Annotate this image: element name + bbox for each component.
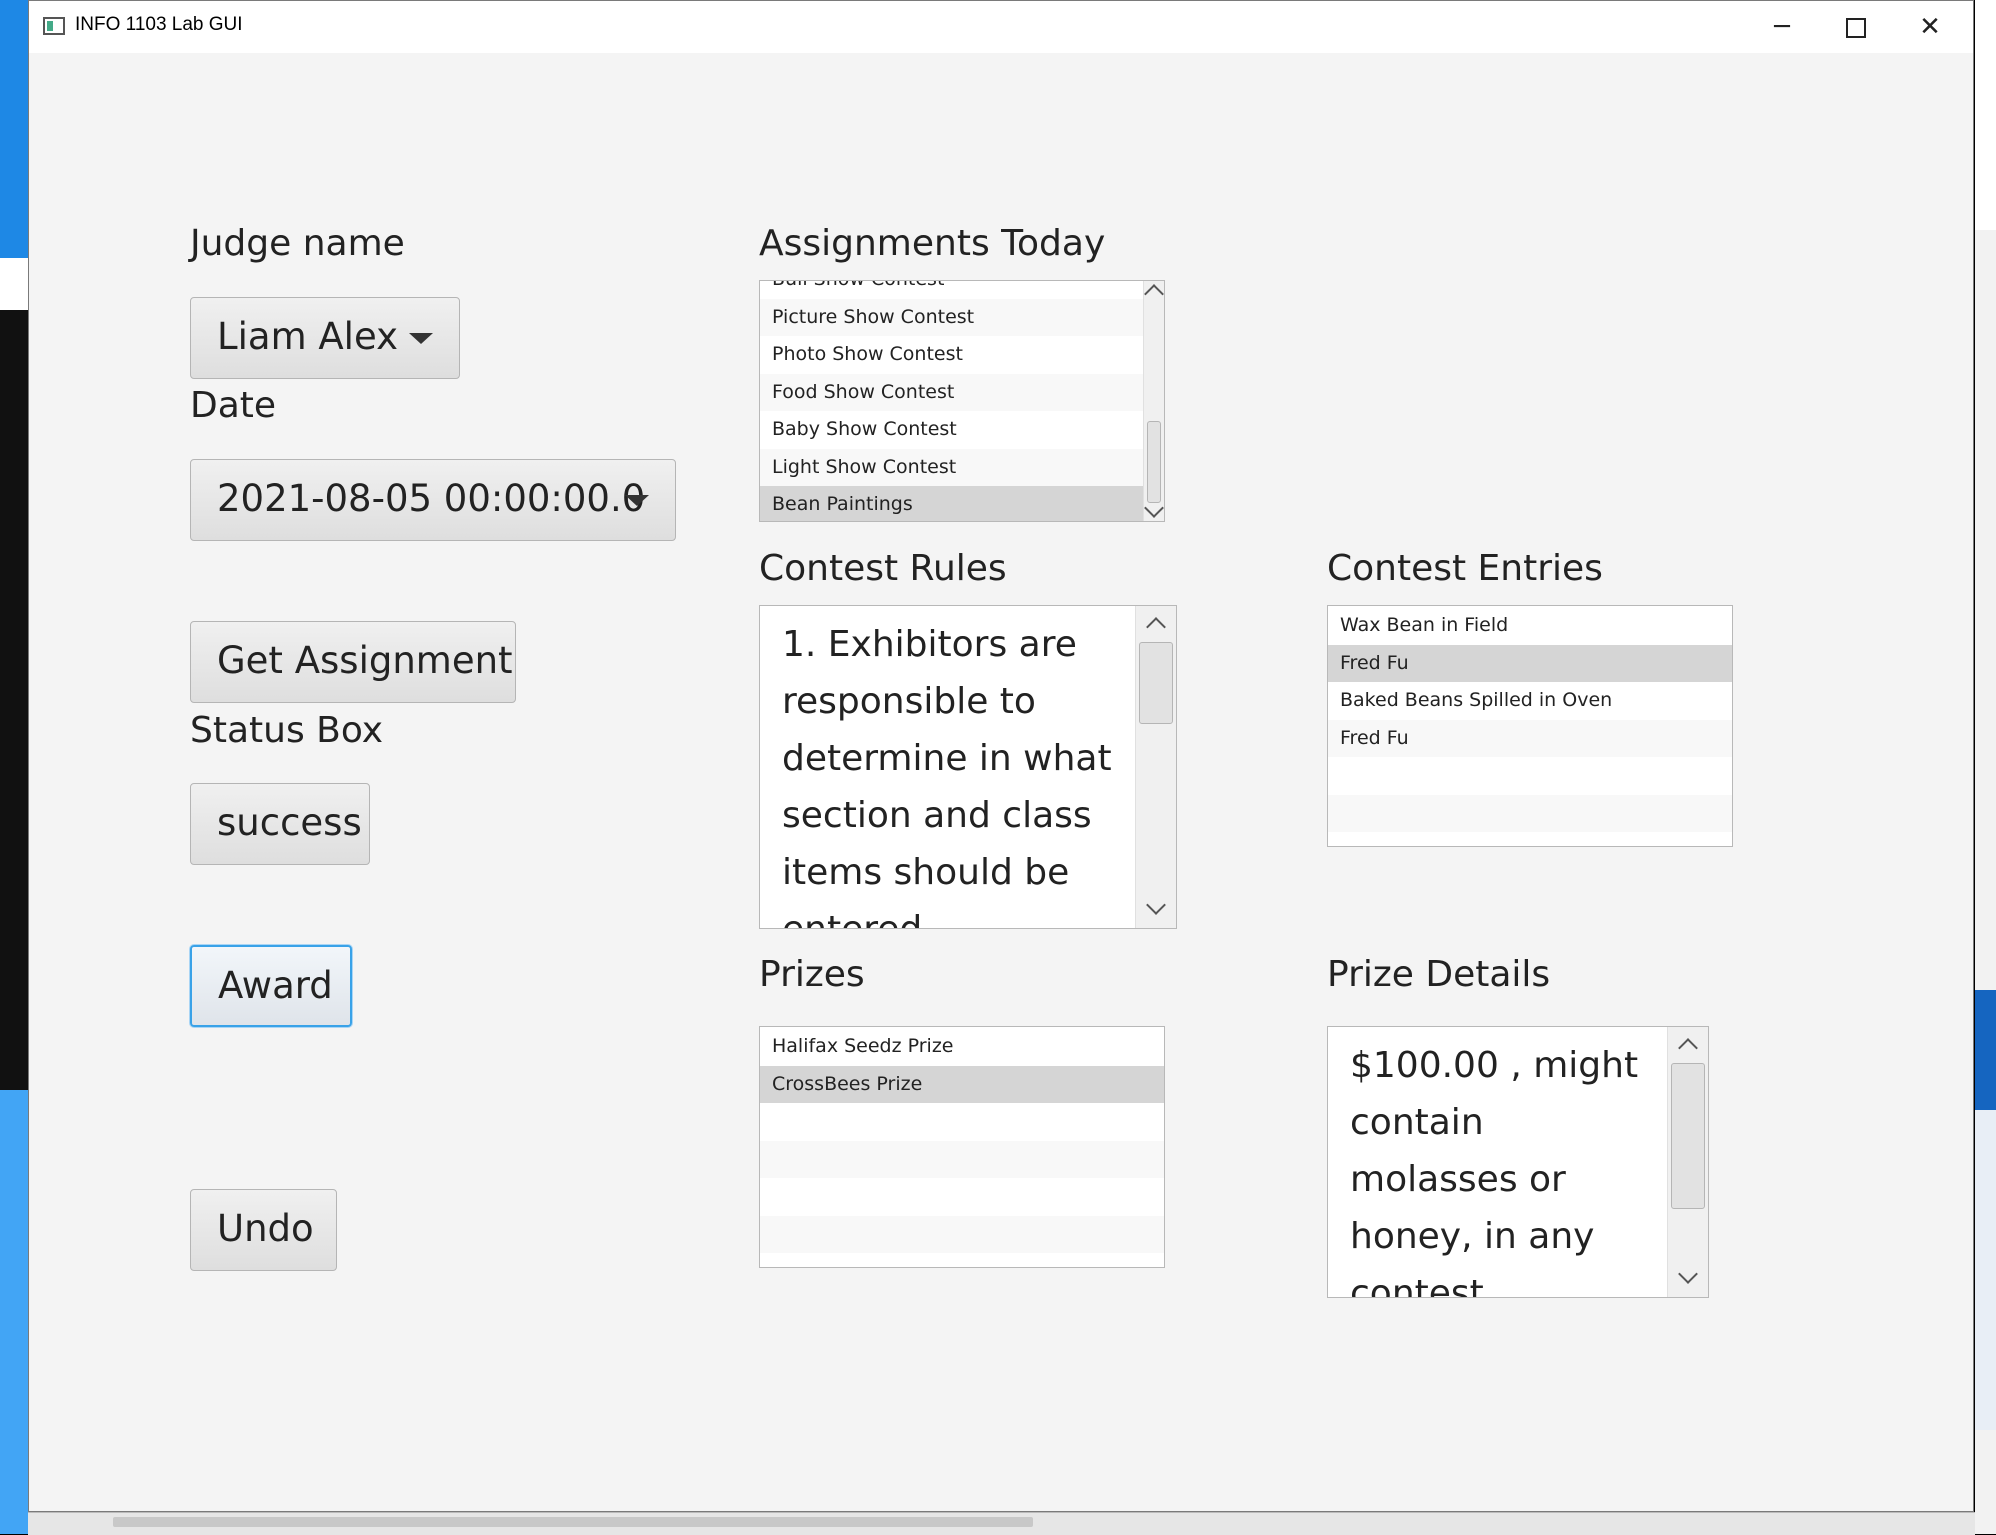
list-empty-row	[760, 1140, 1164, 1178]
prize-details-label: Prize Details	[1327, 954, 1551, 995]
status-box: success	[190, 783, 370, 865]
contest-rules-textarea[interactable]: 1. Exhibitors are responsible to determi…	[759, 605, 1177, 929]
list-item-label: Picture Show Contest	[772, 305, 975, 328]
list-item-label: Fred Fu	[1340, 651, 1409, 674]
date-value: 2021-08-05 00:00:00.0	[217, 477, 646, 520]
list-item-label: Food Show Contest	[772, 380, 955, 403]
app-window: INFO 1103 Lab GUI ─ ✕ Judge name Liam Al…	[28, 0, 1974, 1512]
award-button[interactable]: Award	[190, 945, 352, 1027]
assignments-list[interactable]: Bean Paintings Light Show Contest Baby Sho…	[759, 280, 1165, 522]
scroll-up-icon[interactable]	[1678, 1038, 1698, 1058]
background-terminal	[0, 310, 28, 1090]
list-item-label: Bean Paintings	[772, 493, 913, 515]
contest-entries-list[interactable]: Fred Fu Baked Beans Spilled in Oven Fred F…	[1327, 605, 1733, 847]
list-item[interactable]: Fred Fu	[1328, 644, 1732, 682]
scroll-down-icon[interactable]	[1146, 895, 1166, 915]
prizes-label: Prizes	[759, 954, 865, 995]
get-assignment-button[interactable]: Get Assignment	[190, 621, 516, 703]
desktop-background-lower	[0, 1090, 28, 1534]
maximize-button[interactable]	[1819, 1, 1893, 53]
date-label: Date	[190, 385, 277, 426]
minimize-icon: ─	[1774, 12, 1790, 42]
list-item[interactable]: Bean Paintings	[760, 486, 1144, 521]
close-icon: ✕	[1919, 12, 1941, 42]
scroll-up-icon[interactable]	[1146, 617, 1166, 637]
window-title: INFO 1103 Lab GUI	[75, 14, 243, 35]
list-empty-row	[760, 1215, 1164, 1253]
chevron-down-icon	[625, 495, 649, 506]
contest-rules-scrollbar[interactable]	[1135, 606, 1176, 928]
prize-details-textarea[interactable]: $100.00 , might contain molasses or hone…	[1327, 1026, 1709, 1298]
list-item[interactable]: Bull Show Contest	[760, 281, 1144, 298]
list-item[interactable]: Baby Show Contest	[760, 411, 1144, 448]
list-item-label: Halifax Seedz Prize	[772, 1035, 954, 1057]
background-window-strip	[0, 258, 28, 310]
list-item[interactable]: Food Show Contest	[760, 373, 1144, 411]
title-bar[interactable]: INFO 1103 Lab GUI ─ ✕	[29, 1, 1973, 53]
list-item-label: Baked Beans Spilled in Oven	[1340, 689, 1613, 711]
list-item[interactable]: CrossBees Prize	[760, 1065, 1164, 1103]
list-empty-row	[1328, 794, 1732, 832]
scroll-down-icon[interactable]	[1678, 1264, 1698, 1284]
background-horizontal-scrollbar	[28, 1512, 1975, 1535]
scrollbar-thumb[interactable]	[1139, 642, 1173, 724]
list-empty-row	[760, 1103, 1164, 1140]
scrollbar-thumb[interactable]	[1671, 1063, 1705, 1209]
list-item[interactable]: Halifax Seedz Prize	[760, 1028, 1164, 1065]
minimize-button[interactable]: ─	[1745, 1, 1819, 53]
prize-details-scrollbar[interactable]	[1667, 1027, 1708, 1297]
list-item-label: Photo Show Contest	[772, 343, 963, 365]
scrollbar-thumb	[113, 1517, 1033, 1527]
prize-details-text: $100.00 , might contain molasses or hone…	[1350, 1045, 1650, 1298]
maximize-icon	[1846, 17, 1866, 38]
list-item-label: Wax Bean in Field	[1340, 614, 1509, 636]
background-panel	[1975, 0, 1996, 230]
list-item[interactable]: Light Show Contest	[760, 448, 1144, 486]
judge-name-combobox[interactable]: Liam Alex	[190, 297, 460, 379]
judge-name-label: Judge name	[190, 223, 405, 264]
desktop-background-left	[0, 0, 28, 1534]
assignments-scrollbar[interactable]	[1143, 281, 1164, 521]
list-item-label: Bull Show Contest	[772, 281, 944, 290]
undo-button[interactable]: Undo	[190, 1189, 337, 1271]
list-item[interactable]: Fred Fu	[1328, 719, 1732, 757]
list-item-label: Fred Fu	[1340, 726, 1409, 749]
close-button[interactable]: ✕	[1893, 1, 1967, 53]
background-panel	[1975, 990, 1996, 1110]
list-item-label: Light Show Contest	[772, 455, 957, 478]
list-item-label: Baby Show Contest	[772, 418, 957, 440]
assignments-today-label: Assignments Today	[759, 223, 1106, 264]
list-empty-row	[1328, 757, 1732, 794]
scrollbar-thumb[interactable]	[1147, 421, 1161, 503]
contest-entries-label: Contest Entries	[1327, 548, 1603, 589]
date-combobox[interactable]: 2021-08-05 00:00:00.0	[190, 459, 676, 541]
desktop-background-right	[1975, 0, 1996, 1534]
contest-rules-text: 1. Exhibitors are responsible to determi…	[782, 624, 1112, 928]
contest-rules-label: Contest Rules	[759, 548, 1007, 589]
list-empty-row	[760, 1178, 1164, 1215]
app-icon	[43, 17, 65, 35]
list-item-label: CrossBees Prize	[772, 1072, 923, 1095]
list-item[interactable]: Photo Show Contest	[760, 336, 1144, 373]
judge-name-value: Liam Alex	[217, 315, 398, 358]
list-item[interactable]: Baked Beans Spilled in Oven	[1328, 682, 1732, 719]
status-box-label: Status Box	[190, 710, 384, 751]
list-item[interactable]: Wax Bean in Field	[1328, 607, 1732, 644]
list-item[interactable]: Picture Show Contest	[760, 298, 1144, 336]
background-panel	[1975, 1110, 1996, 1430]
scroll-up-icon[interactable]	[1144, 284, 1164, 304]
prizes-list[interactable]: CrossBees Prize Halifax Seedz Prize	[759, 1026, 1165, 1268]
chevron-down-icon	[409, 333, 433, 344]
